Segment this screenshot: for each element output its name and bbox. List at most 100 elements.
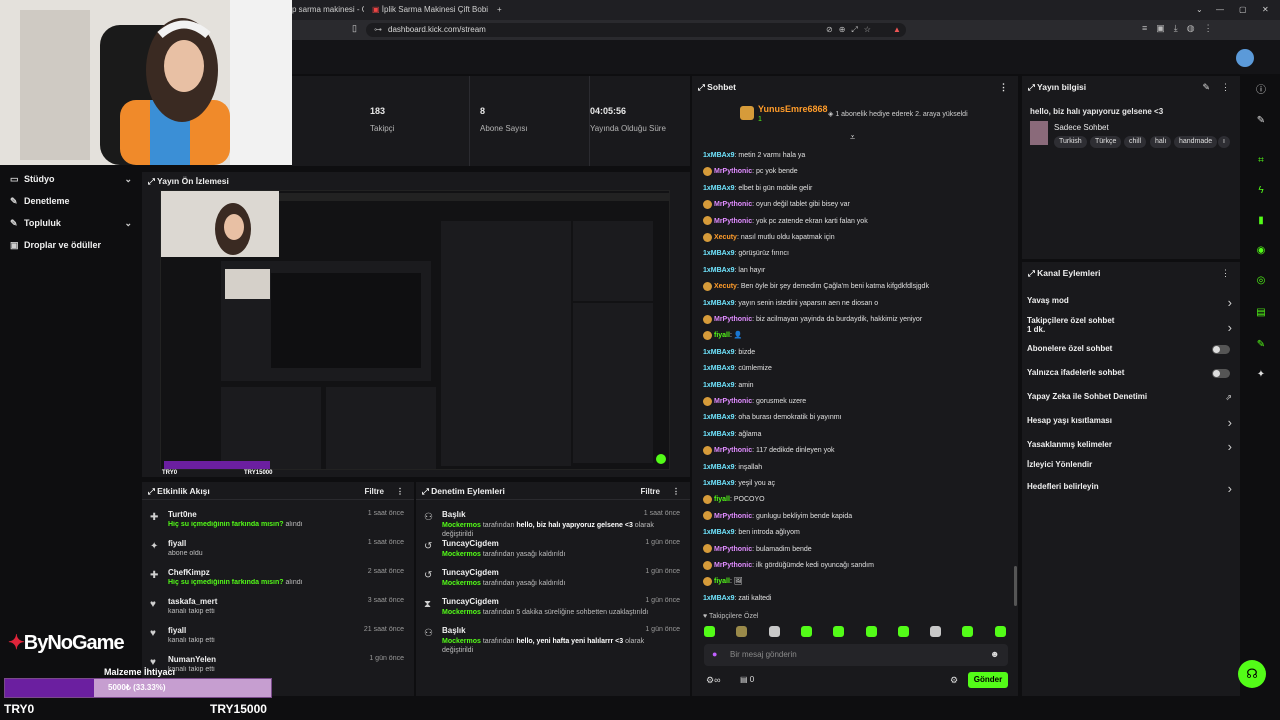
more-options-icon[interactable]: ⋮ — [1221, 82, 1230, 93]
chat-username[interactable]: MrPythonic — [714, 398, 752, 405]
wrench-icon[interactable]: ✎ — [1252, 336, 1270, 354]
scrollbar[interactable] — [1014, 566, 1017, 606]
moderation-row[interactable]: ⚇ Başlık Mockermos tarafından hello, biz h… — [416, 508, 690, 538]
chat-message[interactable]: 1xMBAx9: ağlama — [703, 429, 761, 441]
chat-username[interactable]: MrPythonic — [714, 546, 752, 553]
chat-bubble-icon[interactable]: ◉ — [1252, 242, 1270, 260]
chat-username[interactable]: 1xMBAx9 — [703, 382, 735, 389]
more-options-icon[interactable]: ⋮ — [672, 487, 680, 496]
chat-username[interactable]: MrPythonic — [714, 201, 752, 208]
tab-search-icon[interactable]: ⌄ — [1196, 3, 1203, 17]
activity-user[interactable]: taskafa_mert — [168, 597, 217, 606]
points-icon[interactable]: ▤ 0 — [740, 675, 754, 684]
chat-message[interactable]: 1xMBAx9: ben introda ağlıyom — [703, 527, 800, 539]
moderation-row[interactable]: ↺ TuncayCigdem Mockermos tarafından yasağı… — [416, 537, 690, 566]
toggle-switch[interactable] — [1212, 345, 1230, 354]
activity-row[interactable]: ♥ fiyall kanalı takip etti 21 saat önce — [142, 624, 414, 653]
chat-message[interactable]: MrPythonic: oyun değil tablet gibi bisey… — [703, 199, 850, 211]
chevron-right-icon[interactable]: › — [1228, 415, 1232, 430]
chat-username[interactable]: 1xMBAx9 — [703, 267, 735, 274]
chat-message[interactable]: 1xMBAx9: yayın senin istedini yaparsın a… — [703, 298, 878, 310]
chat-message[interactable]: 1xMBAx9: elbet bi gün mobile gelir — [703, 183, 812, 195]
chat-username[interactable]: Xecuty — [714, 234, 737, 241]
activity-user[interactable]: NumanYelen — [168, 655, 216, 664]
chat-message[interactable]: 1xMBAx9: oha burası demokratik bi yayınm… — [703, 412, 842, 424]
activity-row[interactable]: ♥ taskafa_mert kanalı takip etti 3 saat önc… — [142, 595, 414, 624]
emote-icon[interactable] — [994, 626, 1006, 637]
sidebar-item-drops[interactable]: ▣ Droplar ve ödüller — [10, 236, 101, 254]
chat-username[interactable]: 1xMBAx9 — [703, 480, 735, 487]
moderation-target[interactable]: Başlık — [442, 626, 466, 635]
activity-row[interactable]: ✚ Turt0ne Hiç su içmediğinin farkında mısı… — [142, 508, 414, 537]
chat-message[interactable]: MrPythonic: 117 dedikde dinleyen yok — [703, 445, 835, 457]
chat-username[interactable]: 1xMBAx9 — [703, 464, 735, 471]
emoji-icon[interactable]: ☻ — [990, 649, 999, 659]
browser-tab[interactable]: p sarma makinesi - Googl — [292, 3, 364, 17]
chat-username[interactable]: 1xMBAx9 — [703, 431, 735, 438]
chat-message[interactable]: 1xMBAx9: amin — [703, 380, 754, 392]
chat-message[interactable]: Xecuty: Ben öyle bir şey demedim Çağla'm… — [703, 281, 929, 293]
send-button[interactable]: Gönder — [968, 672, 1008, 688]
filter-button[interactable]: Filtre — [364, 487, 384, 496]
chat-username[interactable]: 1xMBAx9 — [703, 365, 735, 372]
edit-icon[interactable]: ✎ — [1202, 82, 1210, 93]
chat-username[interactable]: 1xMBAx9 — [703, 529, 735, 536]
chat-message[interactable]: MrPythonic: biz acilmayan yayinda da bur… — [703, 314, 922, 326]
address-bar[interactable]: ⊶ dashboard.kick.com/stream ⊘⊕⤢☆ ▲ — [366, 23, 906, 37]
puzzle-icon[interactable]: ✦ — [1252, 366, 1270, 384]
chat-username[interactable]: 1xMBAx9 — [703, 250, 735, 257]
focus-icon[interactable]: ⌗ — [1252, 152, 1270, 170]
chat-message[interactable]: 1xMBAx9: metin 2 varmı hala ya — [703, 150, 805, 162]
chat-settings-icon[interactable]: ⚙∞ — [706, 675, 720, 686]
chat-message[interactable]: fiyall: POCOYO — [703, 494, 765, 506]
bookmark-icon[interactable]: ▯ — [352, 23, 357, 34]
chat-message[interactable]: MrPythonic: gunlugu bekliyim bende kapid… — [703, 511, 852, 523]
activity-user[interactable]: fiyall — [168, 626, 186, 635]
moderation-row[interactable]: ⧗ TuncayCigdem Mockermos tarafından 5 daki… — [416, 595, 690, 624]
toggle-switch[interactable] — [1212, 369, 1230, 378]
external-link-icon[interactable]: ⇗ — [1225, 393, 1232, 402]
sidebar-item-community[interactable]: ✎ Topluluk ⌄ — [10, 214, 132, 232]
address-actions-icon[interactable]: ⊘⊕⤢☆ — [826, 23, 877, 37]
moderation-target[interactable]: TuncayCigdem — [442, 597, 499, 606]
close-icon[interactable]: ✕ — [1262, 3, 1269, 17]
chat-username[interactable]: fiyall — [714, 496, 730, 503]
chat-username[interactable]: MrPythonic — [714, 218, 752, 225]
help-button[interactable]: ☊ — [1238, 660, 1266, 688]
chevron-right-icon[interactable]: › — [1228, 439, 1232, 454]
more-options-icon[interactable]: ⋮ — [1221, 268, 1230, 279]
chat-username[interactable]: 1xMBAx9 — [703, 595, 735, 602]
moderation-target[interactable]: Başlık — [442, 510, 466, 519]
filter-button[interactable]: Filtre — [640, 487, 660, 496]
sidebar-item-studio[interactable]: ▭ Stüdyo ⌄ — [10, 170, 132, 188]
moderation-row[interactable]: ⚇ Başlık Mockermos tarafından hello, yeni … — [416, 624, 690, 654]
maximize-icon[interactable]: ▢ — [1239, 3, 1247, 17]
emote-icon[interactable] — [865, 626, 877, 637]
chat-username[interactable]: MrPythonic — [714, 562, 752, 569]
pencil-icon[interactable]: ✎ — [1252, 112, 1270, 130]
extension-icon[interactable]: ▲ — [893, 23, 901, 37]
chat-message[interactable]: MrPythonic: yok pc zatende ekran karti f… — [703, 216, 868, 228]
chat-username[interactable]: 1xMBAx9 — [703, 414, 735, 421]
emote-icon[interactable] — [736, 626, 748, 637]
broadcast-icon[interactable]: ◎ — [1252, 272, 1270, 290]
scroll-down-icon[interactable]: ⩡ — [850, 132, 855, 143]
emote-icon[interactable] — [930, 626, 942, 637]
activity-user[interactable]: fiyall — [168, 539, 186, 548]
chevron-right-icon[interactable]: › — [1228, 295, 1232, 310]
activity-row[interactable]: ✚ ChefKimpz Hiç su içmediğinin farkında mı… — [142, 566, 414, 595]
chat-message[interactable]: 1xMBAx9: zati kaltedi — [703, 593, 771, 605]
trash-icon[interactable]: ▤ — [1252, 304, 1270, 322]
chat-username[interactable]: MrPythonic — [714, 447, 752, 454]
stream-preview-video[interactable] — [160, 190, 670, 470]
emote-icon[interactable] — [768, 626, 780, 637]
chat-message[interactable]: 1xMBAx9: yeşil you aç — [703, 478, 775, 490]
chat-input[interactable]: ● Bir mesaj gönderin ☻ — [704, 644, 1008, 666]
activity-user[interactable]: Turt0ne — [168, 510, 197, 519]
emote-icon[interactable] — [962, 626, 974, 637]
more-options-icon[interactable]: ⋮ — [396, 487, 404, 496]
activity-user[interactable]: ChefKimpz — [168, 568, 210, 577]
chat-message[interactable]: 1xMBAx9: görüşürüz fırıncı — [703, 248, 789, 260]
emote-icon[interactable] — [800, 626, 812, 637]
mic-icon[interactable]: ● — [712, 649, 717, 659]
